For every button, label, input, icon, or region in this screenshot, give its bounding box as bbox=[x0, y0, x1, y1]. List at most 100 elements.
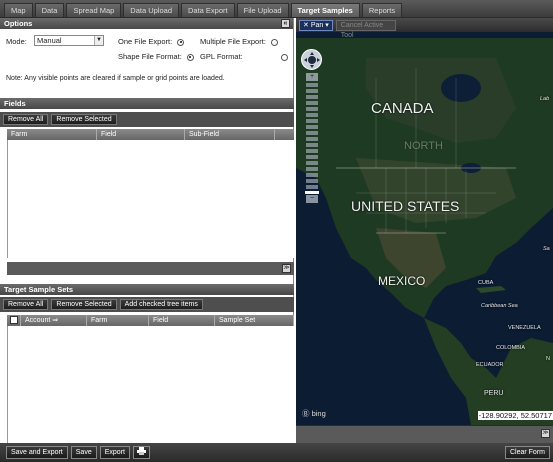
select-all-checkbox[interactable] bbox=[10, 316, 18, 325]
mode-select-value: Manual bbox=[37, 36, 62, 45]
column-account-label: Account bbox=[25, 317, 51, 324]
column-account[interactable]: Account ⇒ bbox=[21, 315, 87, 326]
multiple-file-export-radio[interactable] bbox=[270, 38, 278, 46]
target-sets-grid[interactable] bbox=[7, 326, 294, 443]
zoom-level-tick bbox=[306, 161, 318, 165]
bing-logo: Ⓑ bing bbox=[302, 408, 326, 419]
map-label-canada: CANADA bbox=[371, 100, 434, 117]
zoom-level-tick bbox=[306, 101, 318, 105]
add-checked-tree-items-button[interactable]: Add checked tree items bbox=[119, 299, 203, 310]
map-label-venezuela: VENEZUELA bbox=[508, 325, 541, 331]
zoom-level-tick bbox=[306, 143, 318, 147]
shape-file-format-row: Shape File Format: bbox=[118, 52, 194, 61]
column-farm[interactable]: Farm bbox=[7, 129, 97, 140]
zoom-level-tick bbox=[306, 131, 318, 135]
save-button[interactable]: Save bbox=[70, 446, 97, 459]
map-label-caribbean-sea: Caribbean Sea bbox=[481, 303, 518, 309]
zoom-level-tick bbox=[306, 95, 318, 99]
one-file-export-radio[interactable] bbox=[177, 38, 185, 46]
chevron-down-icon: ▼ bbox=[94, 36, 103, 45]
target-remove-all-button[interactable]: Remove All bbox=[3, 299, 49, 310]
map-terrain bbox=[296, 18, 553, 425]
fields-grid-footer: ≫ bbox=[7, 262, 294, 275]
tab-map[interactable]: Map bbox=[4, 3, 33, 17]
zoom-slider[interactable]: + − bbox=[305, 72, 319, 222]
save-and-export-button[interactable]: Save and Export bbox=[6, 446, 68, 459]
zoom-level-tick bbox=[306, 125, 318, 129]
zoom-level-tick bbox=[306, 185, 318, 189]
map-label-mexico: MEXICO bbox=[378, 274, 426, 288]
mode-label: Mode: bbox=[6, 37, 27, 46]
print-icon bbox=[136, 447, 146, 455]
mode-select[interactable]: Manual ▼ bbox=[34, 35, 104, 46]
zoom-level-tick bbox=[306, 167, 318, 171]
tab-bar: Map Data Spread Map Data Upload Data Exp… bbox=[0, 0, 553, 18]
shape-file-format-label: Shape File Format: bbox=[118, 52, 182, 61]
gpl-format-radio[interactable] bbox=[280, 53, 288, 61]
map-label-united-states: UNITED STATES bbox=[351, 198, 460, 214]
bottom-toolbar: Save and Export Save Export Clear Form bbox=[0, 443, 553, 462]
shape-file-format-radio[interactable] bbox=[186, 53, 194, 61]
column-sub-field[interactable]: Sub-Field bbox=[185, 129, 275, 140]
map-navigation-control[interactable] bbox=[301, 49, 322, 70]
expand-icon[interactable]: ≫ bbox=[541, 429, 550, 438]
tab-target-samples[interactable]: Target Samples bbox=[290, 3, 360, 17]
expand-icon[interactable]: ≫ bbox=[282, 264, 291, 273]
fields-remove-selected-button[interactable]: Remove Selected bbox=[51, 114, 117, 125]
zoom-in-icon[interactable]: + bbox=[306, 73, 318, 81]
multiple-file-export-label: Multiple File Export: bbox=[200, 37, 266, 46]
zoom-level-tick bbox=[306, 119, 318, 123]
collapse-panel-button[interactable]: « bbox=[281, 19, 290, 28]
pan-label: Pan bbox=[310, 21, 324, 29]
tab-data[interactable]: Data bbox=[34, 3, 65, 17]
map-coordinates: -128.90292, 52.50717 bbox=[477, 411, 553, 420]
column-sample-set[interactable]: Sample Set bbox=[215, 315, 294, 326]
tab-spread-map[interactable]: Spread Map bbox=[66, 3, 122, 17]
fields-grid-header: Farm Field Sub-Field bbox=[7, 129, 294, 140]
map-label-n: N bbox=[546, 356, 550, 362]
chevron-down-icon: ▾ bbox=[325, 21, 329, 29]
tab-file-upload[interactable]: File Upload bbox=[236, 3, 289, 17]
fields-remove-all-button[interactable]: Remove All bbox=[3, 114, 49, 125]
target-sets-grid-header: Account ⇒ Farm Field Sample Set bbox=[7, 315, 294, 326]
left-panel: Options « Mode: Manual ▼ One File Export… bbox=[0, 18, 294, 443]
fields-header: Fields bbox=[0, 98, 294, 109]
options-section: Mode: Manual ▼ One File Export: Multiple… bbox=[0, 29, 293, 109]
zoom-level-tick bbox=[306, 149, 318, 153]
zoom-level-tick bbox=[306, 179, 318, 183]
gpl-format-row: GPL Format: bbox=[200, 52, 288, 61]
tab-data-upload[interactable]: Data Upload bbox=[123, 3, 179, 17]
zoom-level-tick bbox=[306, 113, 318, 117]
tab-reports[interactable]: Reports bbox=[361, 3, 403, 17]
target-sets-toolbar: Remove All Remove Selected Add checked t… bbox=[0, 297, 294, 312]
zoom-level-tick bbox=[306, 89, 318, 93]
fields-toolbar: Remove All Remove Selected bbox=[0, 112, 294, 127]
tab-data-export[interactable]: Data Export bbox=[181, 3, 235, 17]
select-all-cell bbox=[7, 315, 21, 326]
zoom-level-tick bbox=[306, 155, 318, 159]
pan-tool-button[interactable]: ✕ Pan ▾ bbox=[299, 19, 333, 31]
export-button[interactable]: Export bbox=[99, 446, 130, 459]
fields-grid[interactable] bbox=[7, 140, 294, 258]
compass-icon bbox=[304, 52, 320, 68]
clear-form-button[interactable]: Clear Form bbox=[504, 446, 550, 459]
print-button[interactable] bbox=[132, 446, 150, 459]
zoom-thumb[interactable] bbox=[305, 191, 319, 194]
one-file-export-row: One File Export: bbox=[118, 37, 185, 46]
one-file-export-label: One File Export: bbox=[118, 37, 173, 46]
cancel-active-tool-button[interactable]: Cancel Active Tool bbox=[335, 19, 396, 39]
bing-b-icon: Ⓑ bbox=[302, 409, 310, 418]
map-label-peru: PERU bbox=[484, 390, 504, 397]
options-note: Note: Any visible points are cleared if … bbox=[6, 75, 225, 82]
map-label-lab: Lab bbox=[540, 96, 550, 102]
column-farm-2[interactable]: Farm bbox=[87, 315, 149, 326]
bing-label: bing bbox=[311, 409, 326, 418]
map-label-sa: Sa bbox=[543, 246, 550, 252]
map-view[interactable]: CANADA NORTH UNITED STATES MEXICO Caribb… bbox=[296, 18, 553, 425]
column-field-2[interactable]: Field bbox=[149, 315, 215, 326]
column-field[interactable]: Field bbox=[97, 129, 185, 140]
target-remove-selected-button[interactable]: Remove Selected bbox=[51, 299, 117, 310]
map-label-cuba: CUBA bbox=[478, 280, 494, 286]
zoom-level-tick bbox=[306, 107, 318, 111]
zoom-out-icon[interactable]: − bbox=[306, 195, 318, 203]
